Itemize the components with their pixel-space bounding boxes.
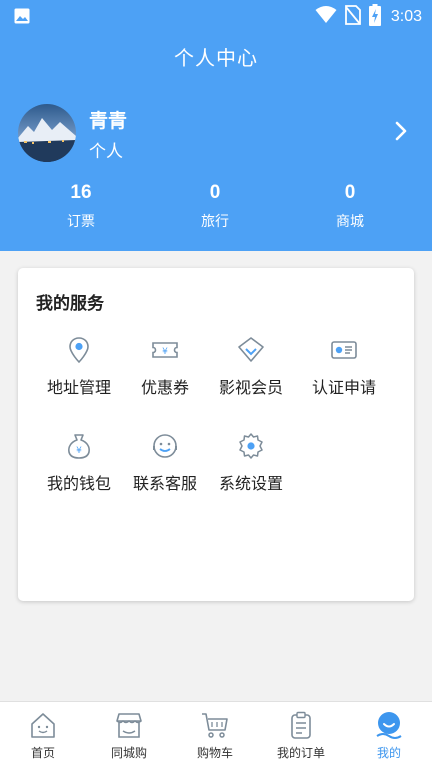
tab-mine[interactable]: 我的 bbox=[346, 710, 432, 761]
user-nickname: 个人 bbox=[89, 142, 123, 162]
service-label: 联系客服 bbox=[132, 474, 197, 493]
tab-local-shop[interactable]: 同城购 bbox=[86, 710, 172, 761]
service-settings[interactable]: 系统设置 bbox=[203, 431, 299, 494]
stat-value: 0 bbox=[209, 182, 221, 203]
store-icon bbox=[114, 710, 144, 740]
services-card: 我的服务 地址管理 ¥ 优惠券 影视会员 认证申请 ¥ 我的钱包 联系客服 系统… bbox=[18, 268, 414, 601]
stat-label: 旅行 bbox=[201, 214, 229, 230]
service-label: 认证申请 bbox=[311, 378, 376, 397]
tab-orders[interactable]: 我的订单 bbox=[258, 710, 344, 761]
coupon-icon: ¥ bbox=[150, 335, 180, 365]
wifi-icon bbox=[315, 6, 337, 28]
tab-label: 我的 bbox=[376, 746, 401, 760]
service-label: 优惠券 bbox=[140, 378, 189, 397]
stat-label: 订票 bbox=[67, 214, 95, 230]
service-label: 影视会员 bbox=[218, 378, 283, 397]
tab-cart[interactable]: 购物车 bbox=[172, 710, 258, 761]
service-label: 我的钱包 bbox=[46, 474, 111, 493]
smile-icon bbox=[374, 710, 404, 740]
no-sim-icon bbox=[344, 5, 361, 29]
tab-label: 首页 bbox=[30, 746, 55, 760]
service-customer-support[interactable]: 联系客服 bbox=[117, 431, 213, 494]
stat-label: 商城 bbox=[336, 214, 364, 230]
service-address[interactable]: 地址管理 bbox=[31, 335, 127, 398]
stat-travel[interactable]: 0 旅行 bbox=[175, 182, 255, 231]
tab-label: 购物车 bbox=[196, 746, 233, 760]
stat-value: 0 bbox=[344, 182, 356, 203]
tab-home[interactable]: 首页 bbox=[0, 710, 86, 761]
stat-value: 16 bbox=[70, 182, 92, 203]
home-icon bbox=[28, 710, 58, 740]
service-label: 地址管理 bbox=[46, 378, 111, 397]
tab-label: 我的订单 bbox=[276, 746, 325, 760]
location-pin-icon bbox=[64, 335, 94, 365]
avatar[interactable] bbox=[18, 104, 76, 162]
battery-charging-icon bbox=[368, 4, 381, 30]
service-label: 系统设置 bbox=[218, 474, 283, 493]
service-wallet[interactable]: ¥ 我的钱包 bbox=[31, 431, 127, 494]
bottom-tab-bar: 首页 同城购 购物车 我的订单 我的 bbox=[0, 701, 432, 768]
services-title: 我的服务 bbox=[36, 294, 104, 314]
clipboard-icon bbox=[286, 710, 316, 740]
cart-icon bbox=[200, 710, 230, 740]
page-title: 个人中心 bbox=[174, 46, 258, 70]
service-certification[interactable]: 认证申请 bbox=[296, 335, 392, 398]
status-bar: 3:03 bbox=[0, 0, 432, 30]
service-vip[interactable]: 影视会员 bbox=[203, 335, 299, 398]
money-bag-icon: ¥ bbox=[64, 431, 94, 461]
tab-label: 同城购 bbox=[110, 746, 147, 760]
chevron-right-icon[interactable] bbox=[394, 120, 408, 146]
service-coupon[interactable]: ¥ 优惠券 bbox=[117, 335, 213, 398]
svg-text:¥: ¥ bbox=[162, 347, 168, 357]
svg-text:¥: ¥ bbox=[76, 446, 82, 456]
profile-header: 3:03 个人中心 青青 个人 16 订票 0 旅行 0 商城 bbox=[0, 0, 432, 251]
stat-tickets[interactable]: 16 订票 bbox=[41, 182, 121, 231]
status-time: 3:03 bbox=[390, 8, 422, 25]
profile-row[interactable]: 青青 个人 bbox=[18, 104, 418, 162]
user-name: 青青 bbox=[89, 110, 128, 132]
stat-mall[interactable]: 0 商城 bbox=[310, 182, 390, 231]
id-card-icon bbox=[329, 335, 359, 365]
vip-diamond-icon bbox=[236, 335, 266, 365]
gear-icon bbox=[236, 431, 266, 461]
customer-service-icon bbox=[150, 431, 180, 461]
gallery-notification-icon bbox=[14, 8, 30, 28]
